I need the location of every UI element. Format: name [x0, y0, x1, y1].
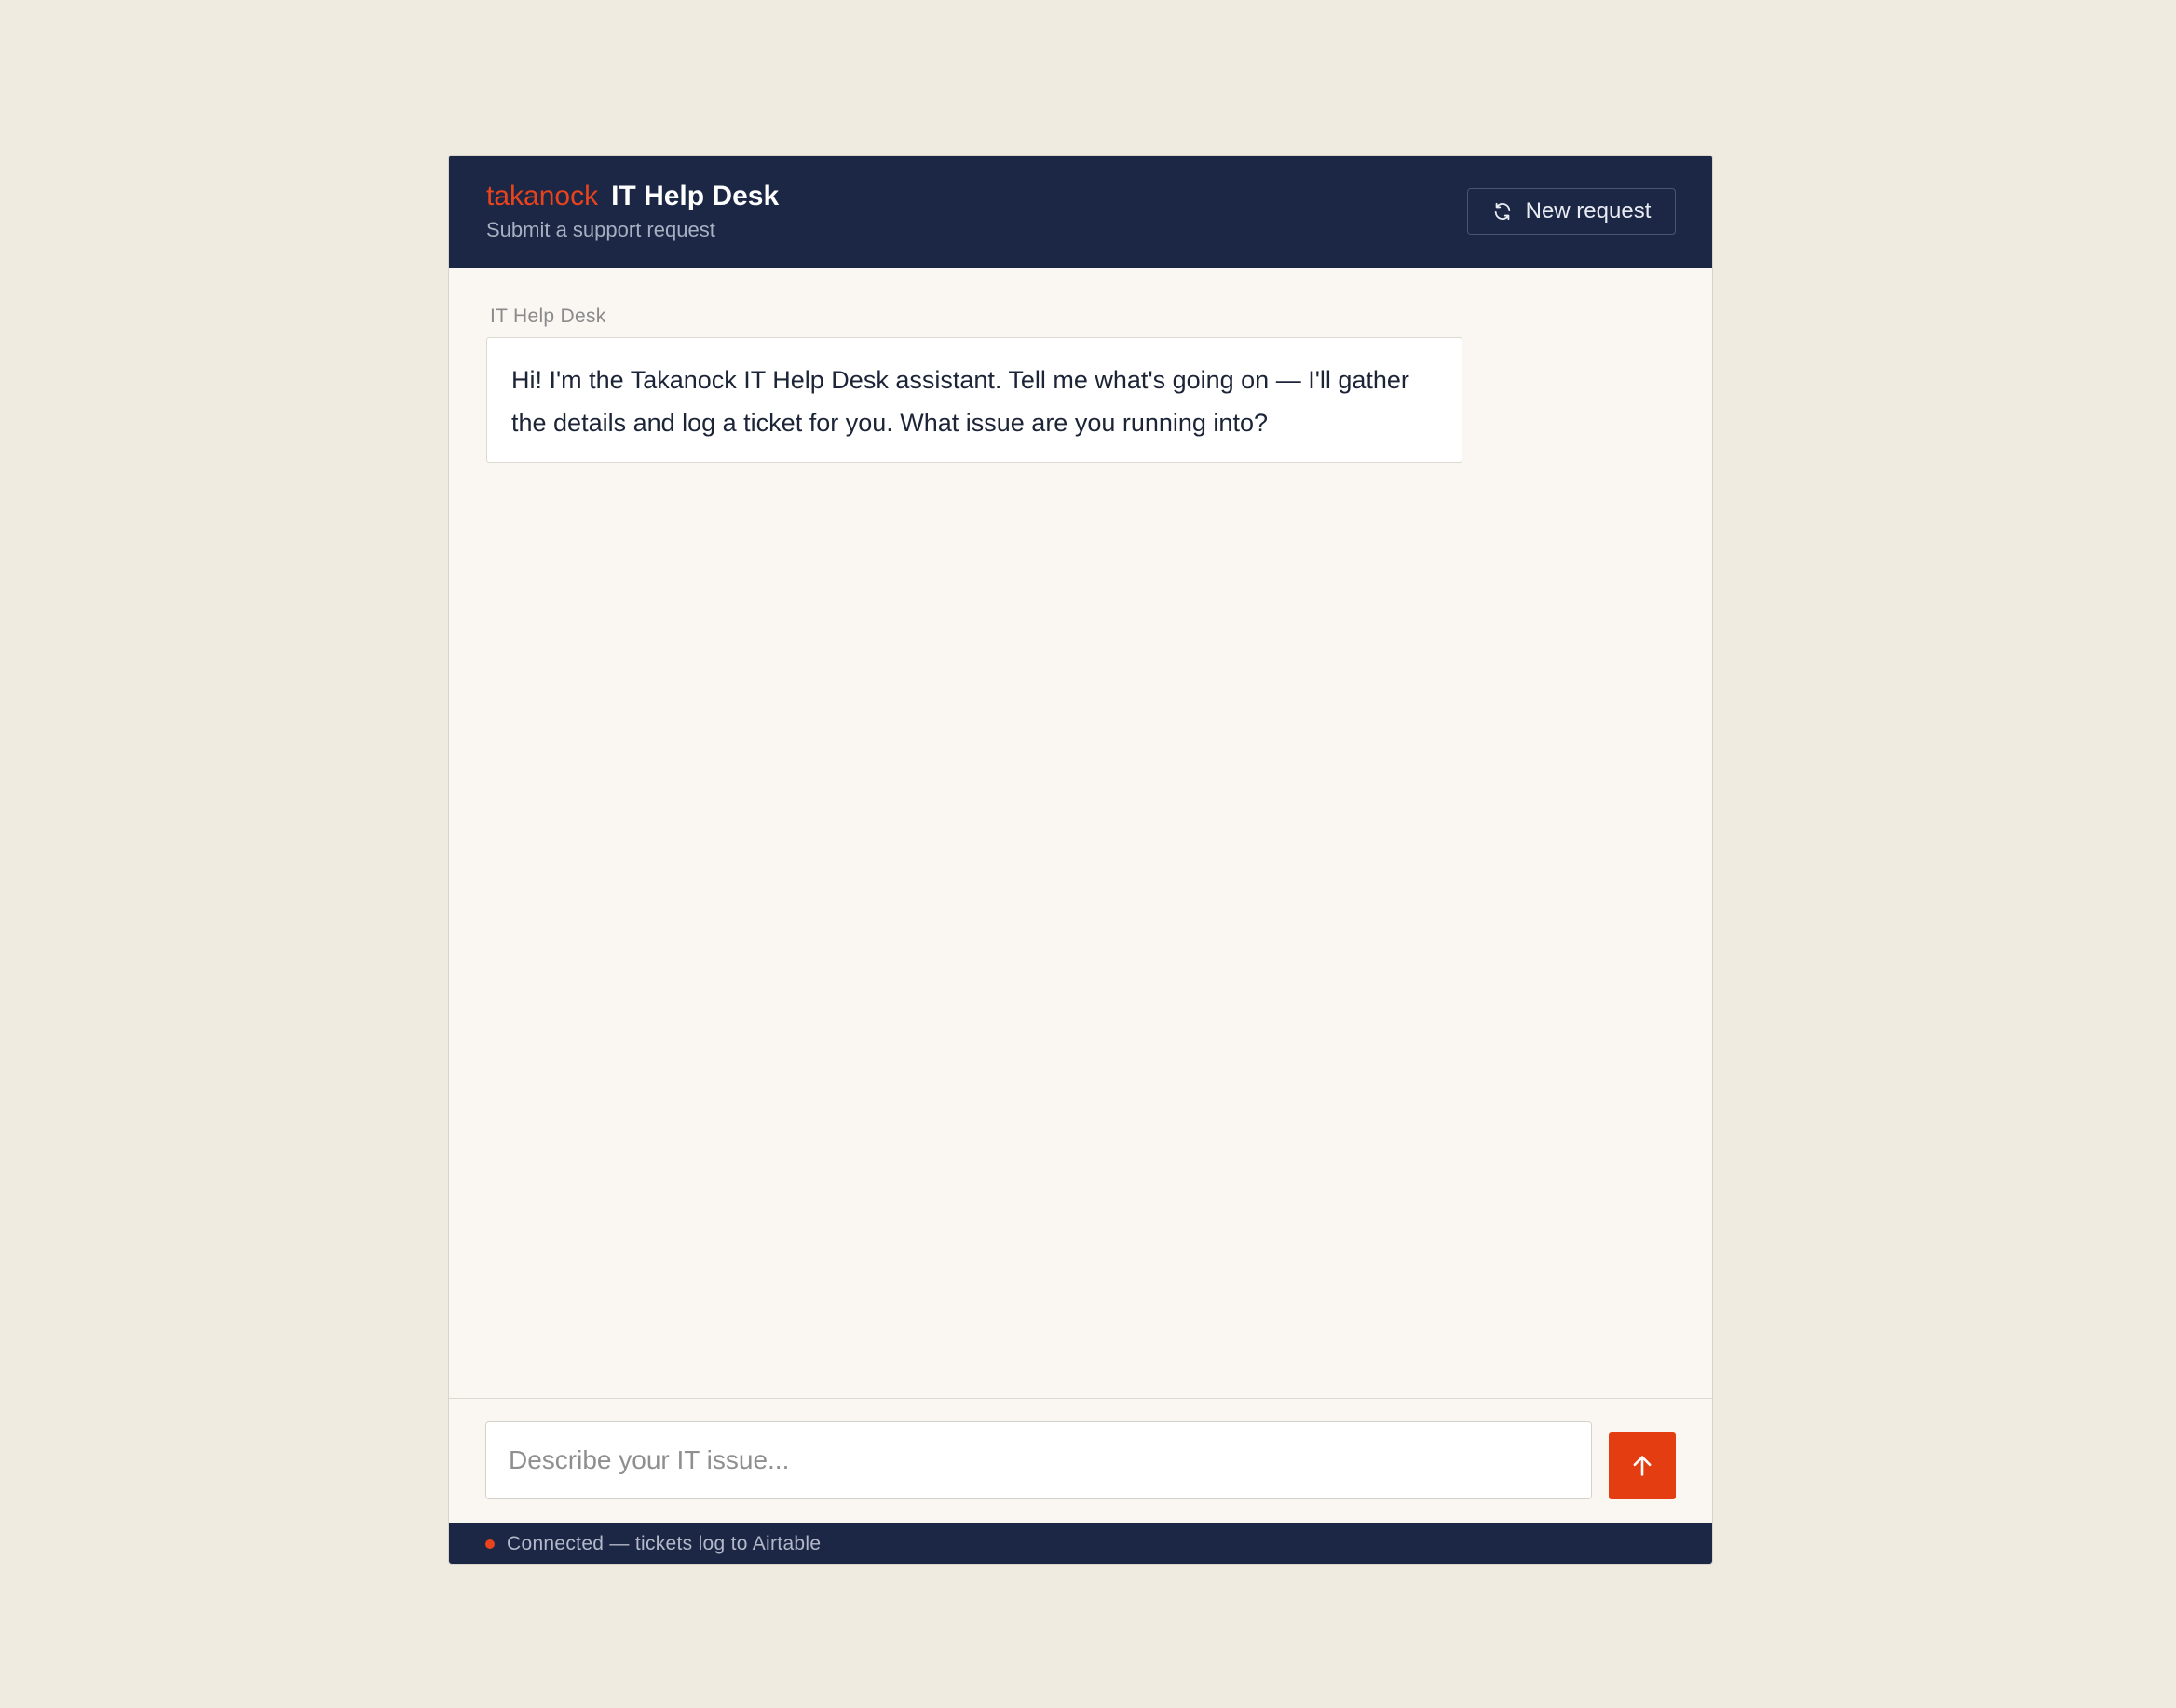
new-request-button[interactable]: New request: [1467, 188, 1676, 235]
title-row: takanock IT Help Desk: [486, 180, 779, 213]
message-sender: IT Help Desk: [490, 305, 606, 327]
status-bar: Connected — tickets log to Airtable: [449, 1523, 1712, 1564]
status-indicator: [485, 1539, 495, 1549]
message-composer: [449, 1398, 1712, 1523]
send-button[interactable]: [1609, 1432, 1676, 1499]
chat-transcript: IT Help Desk Hi! I'm the Takanock IT Hel…: [449, 268, 1712, 1398]
issue-input[interactable]: [485, 1421, 1592, 1499]
app-header: takanock IT Help Desk Submit a support re…: [449, 156, 1712, 268]
status-text: Connected — tickets log to Airtable: [507, 1533, 822, 1554]
new-request-label: New request: [1525, 198, 1652, 224]
app-subtitle: Submit a support request: [486, 218, 715, 241]
help-desk-window: takanock IT Help Desk Submit a support re…: [448, 155, 1713, 1565]
arrow-up-icon: [1633, 1456, 1652, 1476]
refresh-icon: [1492, 201, 1513, 222]
brand-name: takanock: [486, 181, 599, 211]
app-title: IT Help Desk: [611, 181, 780, 211]
assistant-message: Hi! I'm the Takanock IT Help Desk assist…: [486, 337, 1462, 463]
